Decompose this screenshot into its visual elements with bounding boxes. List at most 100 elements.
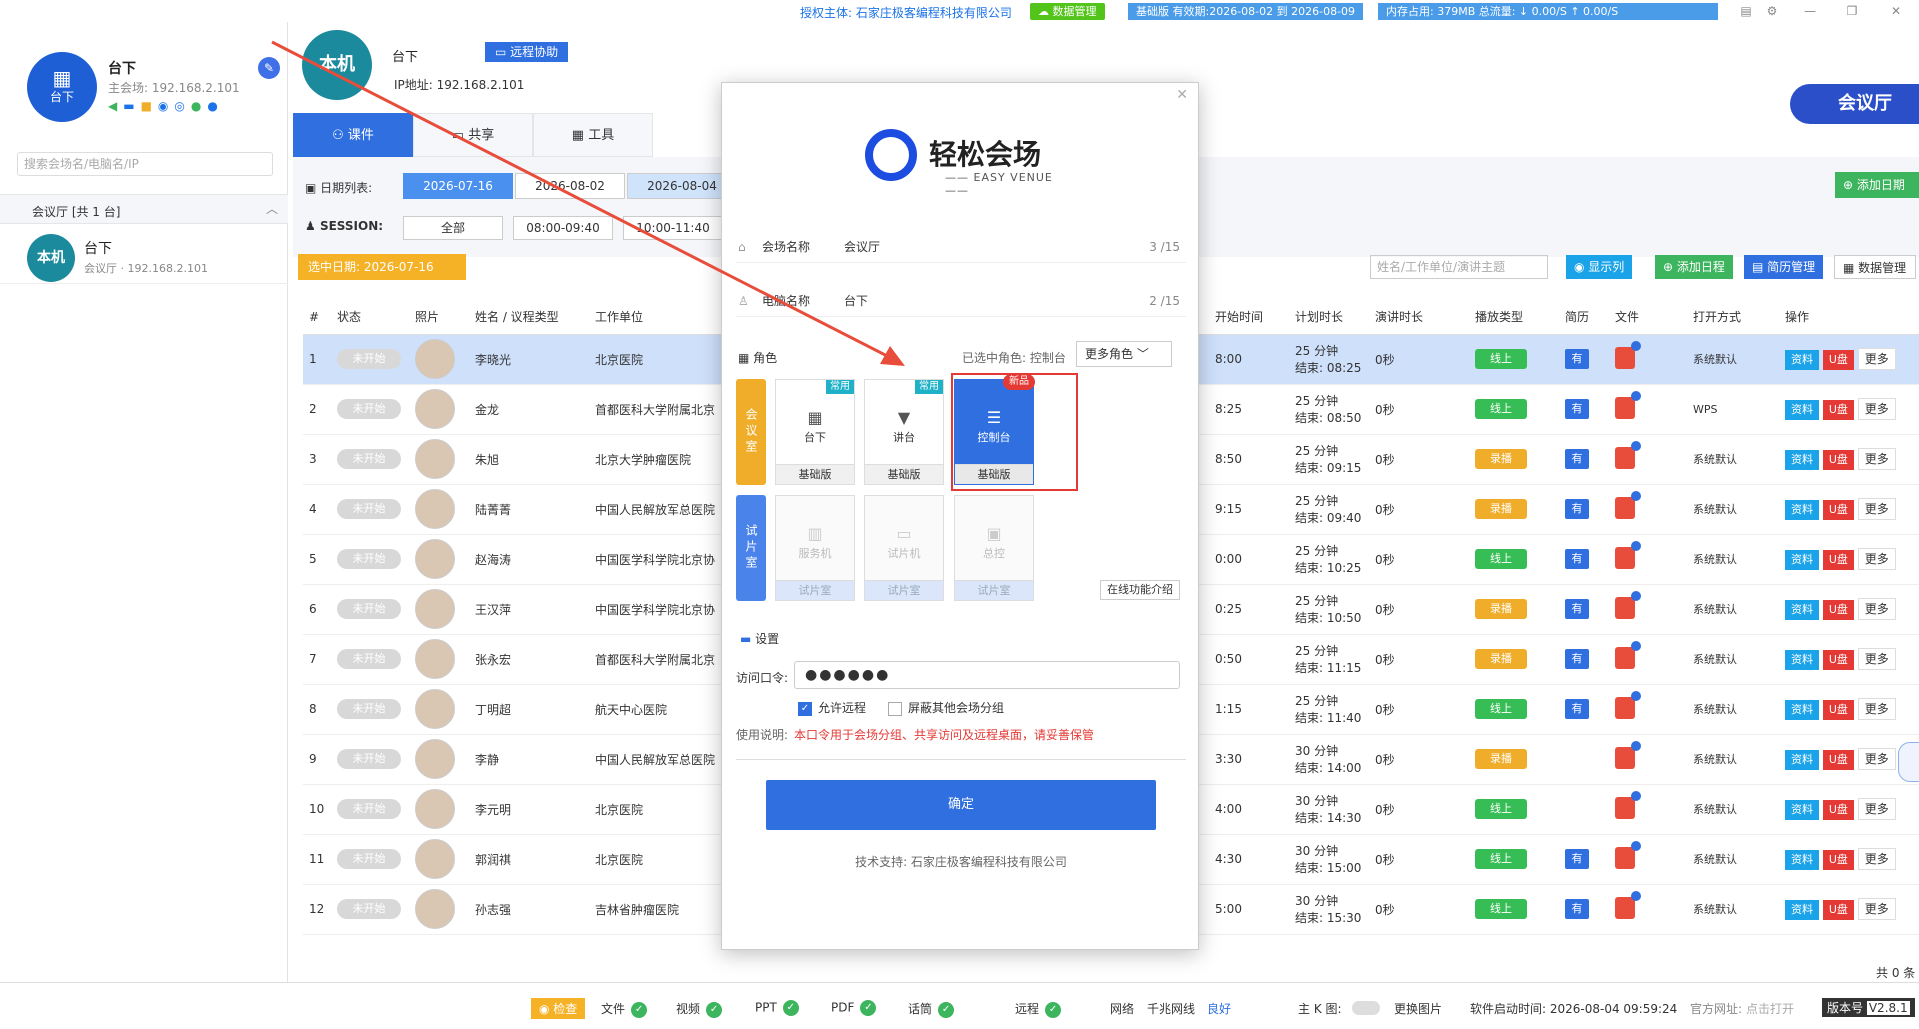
gear-icon[interactable]: ⚙ [1762, 2, 1782, 20]
cv-badge[interactable]: 有 [1565, 549, 1589, 569]
usb-button[interactable]: U盘 [1822, 650, 1854, 670]
pdf-file-icon[interactable] [1615, 640, 1641, 669]
date-button-2[interactable]: 2026-08-02 [515, 173, 625, 199]
more-button[interactable]: 更多 [1857, 448, 1896, 470]
feature-intro-button[interactable]: 在线功能介绍 [1100, 580, 1180, 600]
play-type-badge[interactable]: 线上 [1475, 849, 1527, 869]
open-method[interactable]: 系统默认 [1687, 534, 1779, 585]
pdf-file-icon[interactable] [1615, 790, 1641, 819]
speaker-photo[interactable] [415, 839, 455, 879]
usb-button[interactable]: U盘 [1822, 900, 1854, 920]
more-button[interactable]: 更多 [1857, 798, 1896, 820]
usb-button[interactable]: U盘 [1822, 400, 1854, 420]
more-button[interactable]: 更多 [1857, 698, 1896, 720]
usb-button[interactable]: U盘 [1822, 550, 1854, 570]
open-method[interactable]: 系统默认 [1687, 434, 1779, 485]
open-method[interactable]: 系统默认 [1687, 784, 1779, 835]
speaker-photo[interactable] [415, 539, 455, 579]
close-icon[interactable]: ✕ [1176, 87, 1188, 103]
more-button[interactable]: 更多 [1857, 898, 1896, 920]
cv-badge[interactable]: 有 [1565, 899, 1589, 919]
tab-share[interactable]: ▭ 共享 [413, 113, 533, 157]
preview-room-tab[interactable]: 试片室 [736, 495, 766, 601]
info-button[interactable]: 资料 [1785, 500, 1819, 520]
password-input[interactable]: ●●●●●● [794, 661, 1180, 689]
info-button[interactable]: 资料 [1785, 850, 1819, 870]
agenda-search-input[interactable]: 姓名/工作单位/演讲主题 [1370, 255, 1548, 279]
date-button-1[interactable]: 2026-07-16 [403, 173, 513, 199]
cv-badge[interactable]: 有 [1565, 599, 1589, 619]
open-method[interactable]: 系统默认 [1687, 634, 1779, 685]
tab-courseware[interactable]: ⚇ 课件 [293, 113, 413, 157]
status-badge[interactable]: 未开始 [337, 599, 401, 619]
status-badge[interactable]: 未开始 [337, 499, 401, 519]
change-image-button[interactable]: 更换图片 [1394, 1000, 1442, 1017]
add-schedule-button[interactable]: ⊕ 添加日程 [1655, 255, 1733, 279]
chevron-up-icon[interactable]: ︿ [266, 200, 278, 217]
more-button[interactable]: 更多 [1857, 498, 1896, 520]
info-button[interactable]: 资料 [1785, 650, 1819, 670]
speaker-photo[interactable] [415, 339, 455, 379]
more-button[interactable]: 更多 [1857, 548, 1896, 570]
open-method[interactable]: 系统默认 [1687, 584, 1779, 635]
kmap-toggle[interactable] [1352, 1001, 1380, 1015]
status-badge[interactable]: 未开始 [337, 349, 401, 369]
more-button[interactable]: 更多 [1857, 748, 1896, 770]
usb-button[interactable]: U盘 [1822, 800, 1854, 820]
role-card-audience[interactable]: 常用 ▦ 台下 基础版 [775, 379, 855, 485]
info-button[interactable]: 资料 [1785, 450, 1819, 470]
status-badge[interactable]: 未开始 [337, 449, 401, 469]
speaker-photo[interactable] [415, 589, 455, 629]
usb-button[interactable]: U盘 [1822, 700, 1854, 720]
more-roles-dropdown[interactable]: 更多角色 ﹀ [1076, 341, 1172, 367]
pdf-file-icon[interactable] [1615, 340, 1641, 369]
data-mgmt-badge[interactable]: ☁ 数据管理 [1030, 3, 1105, 20]
play-type-badge[interactable]: 录播 [1475, 599, 1527, 619]
open-method[interactable]: 系统默认 [1687, 884, 1779, 935]
confirm-button[interactable]: 确定 [766, 780, 1156, 830]
pc-name-field[interactable]: ♙ 电脑名称 台下 2 /15 [736, 285, 1186, 317]
minimize-icon[interactable]: — [1800, 2, 1820, 20]
more-button[interactable]: 更多 [1857, 598, 1896, 620]
speaker-photo[interactable] [415, 789, 455, 829]
play-type-badge[interactable]: 线上 [1475, 349, 1527, 369]
play-type-badge[interactable]: 录播 [1475, 449, 1527, 469]
usb-button[interactable]: U盘 [1822, 450, 1854, 470]
remote-assist-button[interactable]: ▭ 远程协助 [485, 42, 569, 62]
play-type-badge[interactable]: 线上 [1475, 899, 1527, 919]
status-badge[interactable]: 未开始 [337, 649, 401, 669]
speaker-photo[interactable] [415, 439, 455, 479]
more-button[interactable]: 更多 [1857, 848, 1896, 870]
pdf-file-icon[interactable] [1615, 590, 1641, 619]
play-type-badge[interactable]: 线上 [1475, 549, 1527, 569]
usb-button[interactable]: U盘 [1822, 600, 1854, 620]
status-badge[interactable]: 未开始 [337, 799, 401, 819]
block-groups-checkbox[interactable]: 屏蔽其他会场分组 [888, 699, 1004, 716]
info-button[interactable]: 资料 [1785, 750, 1819, 770]
info-button[interactable]: 资料 [1785, 400, 1819, 420]
more-button[interactable]: 更多 [1857, 398, 1896, 420]
cv-badge[interactable]: 有 [1565, 699, 1589, 719]
status-badge[interactable]: 未开始 [337, 399, 401, 419]
pdf-file-icon[interactable] [1615, 390, 1641, 419]
pdf-file-icon[interactable] [1615, 690, 1641, 719]
open-method[interactable]: 系统默认 [1687, 834, 1779, 885]
status-badge[interactable]: 未开始 [337, 749, 401, 769]
venue-name-field[interactable]: ⌂ 会场名称 会议厅 3 /15 [736, 231, 1186, 263]
speaker-photo[interactable] [415, 389, 455, 429]
cv-badge[interactable]: 有 [1565, 849, 1589, 869]
open-method[interactable]: 系统默认 [1687, 484, 1779, 535]
info-button[interactable]: 资料 [1785, 700, 1819, 720]
open-site-link[interactable]: 点击打开 [1746, 1000, 1794, 1017]
speaker-photo[interactable] [415, 889, 455, 929]
cv-management-button[interactable]: ▤ 简历管理 [1744, 255, 1824, 279]
play-type-badge[interactable]: 录播 [1475, 499, 1527, 519]
play-type-badge[interactable]: 线上 [1475, 799, 1527, 819]
open-method[interactable]: 系统默认 [1687, 734, 1779, 785]
open-method[interactable]: WPS [1687, 384, 1779, 435]
play-type-badge[interactable]: 线上 [1475, 699, 1527, 719]
side-float-handle[interactable] [1898, 742, 1919, 782]
maximize-icon[interactable]: ❐ [1842, 2, 1862, 20]
pdf-file-icon[interactable] [1615, 440, 1641, 469]
play-type-badge[interactable]: 线上 [1475, 399, 1527, 419]
